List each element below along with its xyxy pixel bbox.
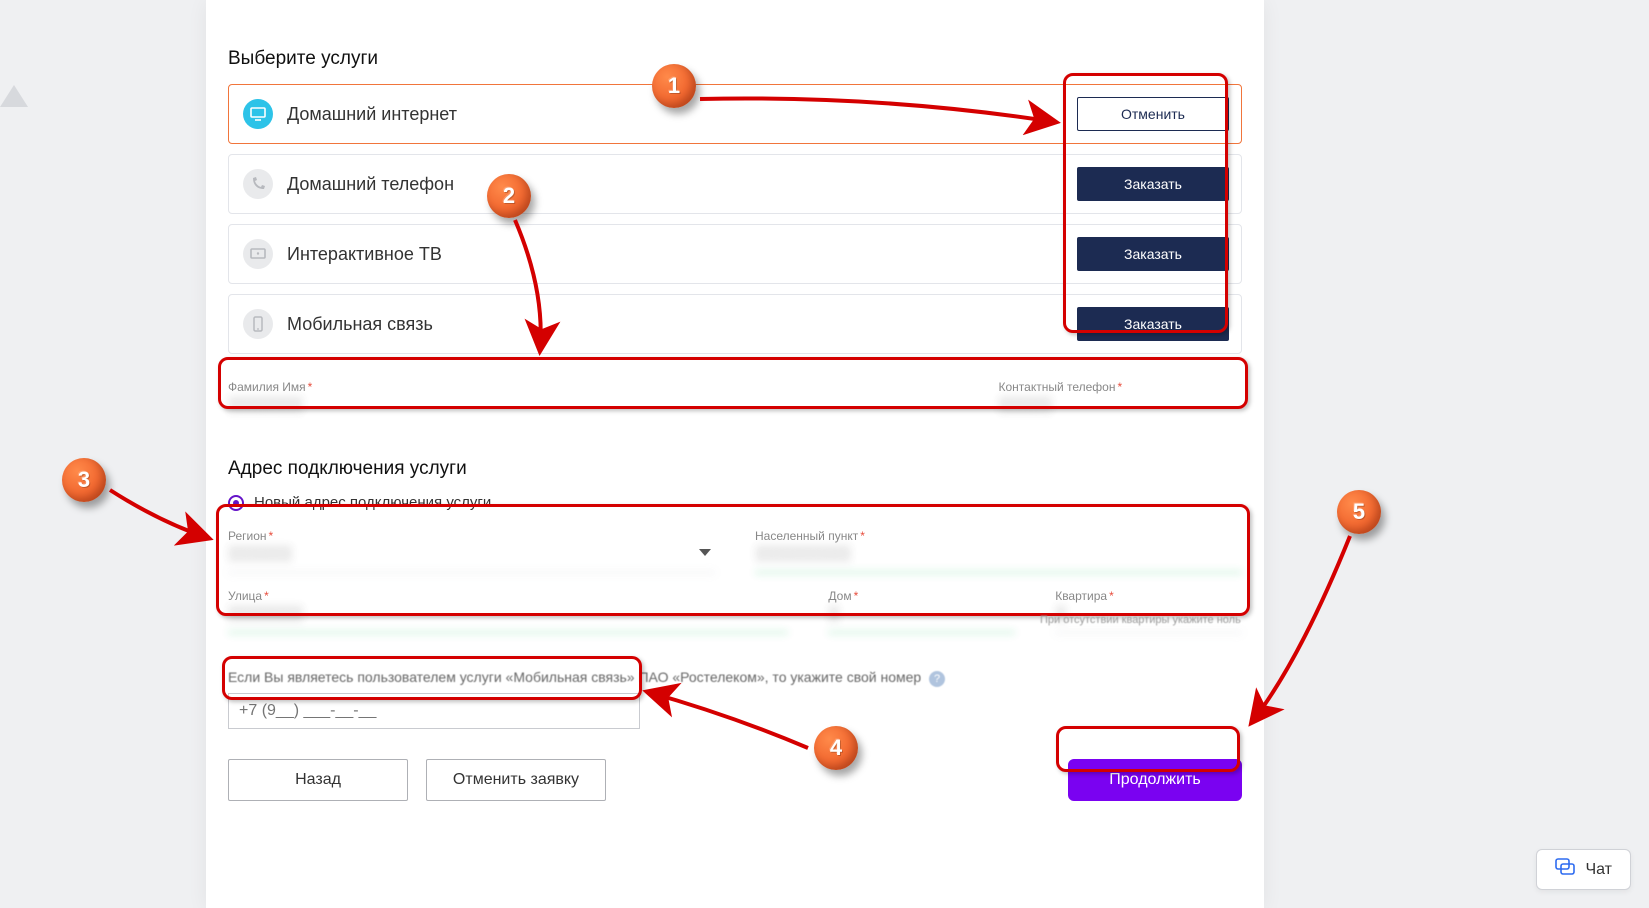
phone-label: Контактный телефон* [999,380,1243,394]
callout-4: 4 [814,726,858,770]
order-button[interactable]: Заказать [1077,167,1229,201]
mobile-icon [243,309,273,339]
callout-1: 1 [652,64,696,108]
name-field-wrapper: Фамилия Имя* ░░░░░░░ [228,380,959,424]
service-row-mobile[interactable]: Мобильная связь Заказать [228,294,1242,354]
scroll-up-icon[interactable] [0,85,28,107]
name-label: Фамилия Имя* [228,380,959,394]
chat-widget[interactable]: Чат [1536,849,1631,890]
callout-2: 2 [487,174,531,218]
order-button[interactable]: Заказать [1077,307,1229,341]
service-row-internet[interactable]: Домашний интернет Отменить [228,84,1242,144]
service-label: Интерактивное ТВ [287,244,442,265]
cancel-request-button[interactable]: Отменить заявку [426,759,606,801]
phone-icon [243,169,273,199]
mobile-number-input[interactable] [228,693,640,729]
region-field[interactable]: Регион* ░░░░░░ [228,529,715,573]
tv-icon [243,239,273,269]
service-label: Домашний телефон [287,174,454,195]
mobile-note: Если Вы являетесь пользователем услуги «… [228,669,1264,687]
house-field[interactable]: Дом* ░ [828,589,1015,633]
form-card: Выберите услуги Домашний интернет Отмени… [206,0,1264,908]
apt-field[interactable]: Квартира* ░ [1055,589,1242,633]
service-label: Домашний интернет [287,104,457,125]
phone-input[interactable]: ░░░░░ [999,396,1243,424]
chat-icon [1555,858,1575,881]
name-input[interactable]: ░░░░░░░ [228,396,959,424]
cancel-service-button[interactable]: Отменить [1077,97,1229,131]
apt-note: При отсутствии квартиры укажите ноль [1040,614,1241,626]
street-field[interactable]: Улица* ░░░░░░░ [228,589,788,633]
service-label: Мобильная связь [287,314,433,335]
section-address: Адрес подключения услуги [228,458,1264,480]
monitor-icon [243,99,273,129]
continue-button[interactable]: Продолжить [1068,759,1242,801]
callout-5: 5 [1337,490,1381,534]
chat-label: Чат [1585,861,1612,879]
city-field[interactable]: Населенный пункт* ░░░░░░░░░ [755,529,1242,573]
service-row-phone[interactable]: Домашний телефон Заказать [228,154,1242,214]
radio-new-address[interactable]: Новый адрес подключения услуги [228,494,1242,511]
help-icon[interactable]: ? [929,671,945,687]
radio-icon [228,495,244,511]
back-button[interactable]: Назад [228,759,408,801]
chevron-down-icon [699,549,711,556]
phone-field-wrapper: Контактный телефон* ░░░░░ [999,380,1243,424]
order-button[interactable]: Заказать [1077,237,1229,271]
radio-label: Новый адрес подключения услуги [254,494,491,511]
section-select-services: Выберите услуги [228,48,1264,70]
service-row-tv[interactable]: Интерактивное ТВ Заказать [228,224,1242,284]
callout-3: 3 [62,458,106,502]
